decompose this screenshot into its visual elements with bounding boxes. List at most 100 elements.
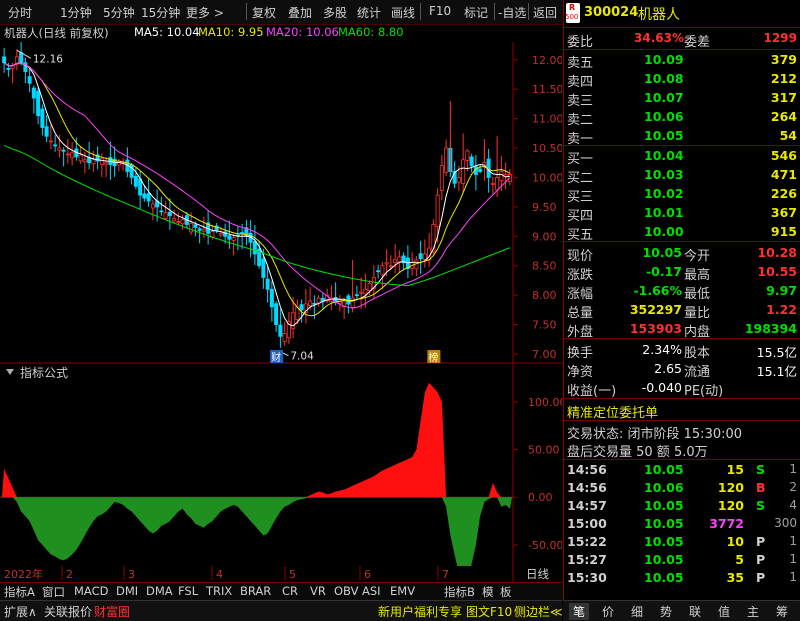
candle-body xyxy=(359,291,364,294)
month-label: 6 xyxy=(364,568,371,581)
ask-price: 10.08 xyxy=(644,71,684,86)
ask-volume: 317 xyxy=(770,90,797,105)
candle-body xyxy=(388,265,393,268)
stat-row: 涨幅 -1.66% 最低 9.97 xyxy=(564,282,800,302)
candle-body xyxy=(6,67,11,70)
tick-volume: 120 xyxy=(717,498,744,513)
indicator-tab-11[interactable]: ASI xyxy=(362,584,381,598)
quote-panel: R 500 300024 机器人 委比 34.63% 委差 1299 卖五 10.… xyxy=(563,0,800,620)
tick-side: S xyxy=(756,462,766,477)
stat2-value: -0.040 xyxy=(641,380,682,395)
toolbar-item-10[interactable]: F10 xyxy=(429,4,451,18)
toolbar-item-1[interactable]: 1分钟 xyxy=(60,4,92,21)
candle-body xyxy=(354,294,359,297)
toolbar-item-7[interactable]: 多股 xyxy=(323,4,347,21)
toolbar-item-3[interactable]: 15分钟 xyxy=(141,4,180,21)
toolbar-item-8[interactable]: 统计 xyxy=(357,4,381,21)
indicator-tab-13[interactable]: 指标B xyxy=(444,584,475,600)
quote-tab-1[interactable]: 价 xyxy=(598,603,618,620)
toolbar-separator xyxy=(246,3,247,20)
indicator-tab-1[interactable]: 窗口 xyxy=(42,584,65,600)
quote-tab-7[interactable]: 筹 xyxy=(772,603,792,620)
toolbar-item-2[interactable]: 5分钟 xyxy=(103,4,135,21)
toolbar-item-9[interactable]: 画线 xyxy=(391,4,415,21)
price-tick-label: 10.00 xyxy=(532,171,562,184)
indicator-chart[interactable]: 指标公式 100.00 50.00 0.00 -50.00 xyxy=(0,364,562,568)
indicator-tab-15[interactable]: 板 xyxy=(500,584,512,600)
indicator-title[interactable]: 指标公式 xyxy=(20,365,68,380)
date-axis-bg xyxy=(0,566,562,582)
tick-volume: 15 xyxy=(726,462,744,477)
ask-label: 卖四 xyxy=(567,75,594,90)
candle-body xyxy=(316,297,321,304)
weicha-value: 1299 xyxy=(763,31,797,45)
indicator-tab-14[interactable]: 模 xyxy=(482,584,494,600)
toolbar-item-11[interactable]: 标记 xyxy=(464,4,488,21)
indicator-tab-2[interactable]: MACD xyxy=(74,584,108,598)
bottom-item-2[interactable]: 财富圈 xyxy=(94,603,130,620)
toolbar-item-6[interactable]: 叠加 xyxy=(288,4,312,21)
bid-volume: 226 xyxy=(770,186,797,201)
candle-body xyxy=(380,265,385,275)
bid-volume: 546 xyxy=(770,148,797,163)
indicator-tab-12[interactable]: EMV xyxy=(390,584,415,598)
bottom-right-item-1[interactable]: 图文F10 xyxy=(466,603,512,620)
cai-marker-label: 财 xyxy=(271,351,281,364)
toolbar-item-0[interactable]: 分时 xyxy=(8,4,32,21)
indicator-tab-9[interactable]: VR xyxy=(310,584,326,598)
stat-label: 现价 xyxy=(567,249,594,264)
candle-body xyxy=(367,282,372,291)
quote-tab-3[interactable]: 势 xyxy=(656,603,676,620)
month-label: 4 xyxy=(216,568,223,581)
bid-volume: 915 xyxy=(770,224,797,239)
ask-price: 10.09 xyxy=(644,52,684,67)
precise-order-title[interactable]: 精准定位委托单 xyxy=(567,402,658,421)
candle-body xyxy=(397,256,402,263)
after-hours-volume: 盘后交易量 50 额 5.0万 xyxy=(567,445,708,460)
bid-price: 10.04 xyxy=(644,148,684,163)
quote-tab-2[interactable]: 细 xyxy=(627,603,647,620)
candle-body xyxy=(19,52,24,64)
tick-row: 15:00 10.05 3772 300 xyxy=(564,515,800,533)
candle-body xyxy=(227,235,232,240)
quote-tab-5[interactable]: 值 xyxy=(714,603,734,620)
kline-chart[interactable]: 12.00 11.50 11.00 10.50 10.00 9.50 9.00 8.50 8.0… xyxy=(0,42,562,364)
candle-body xyxy=(150,203,155,209)
quote-tab-bar: 笔价细势联值主筹 xyxy=(563,600,800,621)
precise-order-row[interactable]: 精准定位委托单 xyxy=(564,401,800,421)
toolbar-item-12[interactable]: -自选 xyxy=(498,4,526,21)
weibi-row: 委比 34.63% 委差 1299 xyxy=(564,30,800,50)
indicator-tick-label: 0.00 xyxy=(528,491,553,504)
price-tick-label: 7.00 xyxy=(532,348,557,361)
bottom-item-0[interactable]: 扩展∧ xyxy=(4,603,37,620)
quote-tab-0[interactable]: 笔 xyxy=(569,603,589,620)
ask-row: 卖一 10.05 54 xyxy=(564,127,800,147)
quote-tab-6[interactable]: 主 xyxy=(743,603,763,620)
tick-side: S xyxy=(756,498,766,513)
candle-body xyxy=(278,324,283,337)
bottom-item-1[interactable]: 关联报价 xyxy=(44,603,92,620)
toolbar-item-4[interactable]: 更多 > xyxy=(186,4,224,21)
period-label[interactable]: 日线 xyxy=(526,567,549,581)
badge-bottom: 500 xyxy=(565,13,579,21)
ma60-value: MA60: 8.80 xyxy=(338,25,404,39)
bottom-right-item-0[interactable]: 新用户福利专享 xyxy=(378,603,462,620)
stat2-row: 收益(一) -0.040 PE(动) xyxy=(564,379,800,399)
bottom-right-item-2[interactable]: 侧边栏≪ xyxy=(514,603,563,620)
toolbar-item-13[interactable]: 返回 xyxy=(533,4,557,21)
indicator-tab-8[interactable]: CR xyxy=(282,584,298,598)
indicator-tab-3[interactable]: DMI xyxy=(116,584,138,598)
indicator-tab-7[interactable]: BRAR xyxy=(240,584,271,598)
bid-price: 10.01 xyxy=(644,205,684,220)
indicator-tab-4[interactable]: DMA xyxy=(146,584,173,598)
candle-body xyxy=(210,231,215,238)
indicator-tab-10[interactable]: OBV xyxy=(334,584,358,598)
indicator-tab-6[interactable]: TRIX xyxy=(206,584,232,598)
indicator-tick-label: 50.00 xyxy=(528,444,560,457)
toolbar-item-5[interactable]: 复权 xyxy=(252,4,276,21)
quote-tab-4[interactable]: 联 xyxy=(685,603,705,620)
bid-label: 买四 xyxy=(567,209,594,224)
indicator-tab-5[interactable]: FSL xyxy=(178,584,198,598)
candle-body xyxy=(2,56,7,64)
indicator-tab-0[interactable]: 指标A xyxy=(4,584,35,600)
